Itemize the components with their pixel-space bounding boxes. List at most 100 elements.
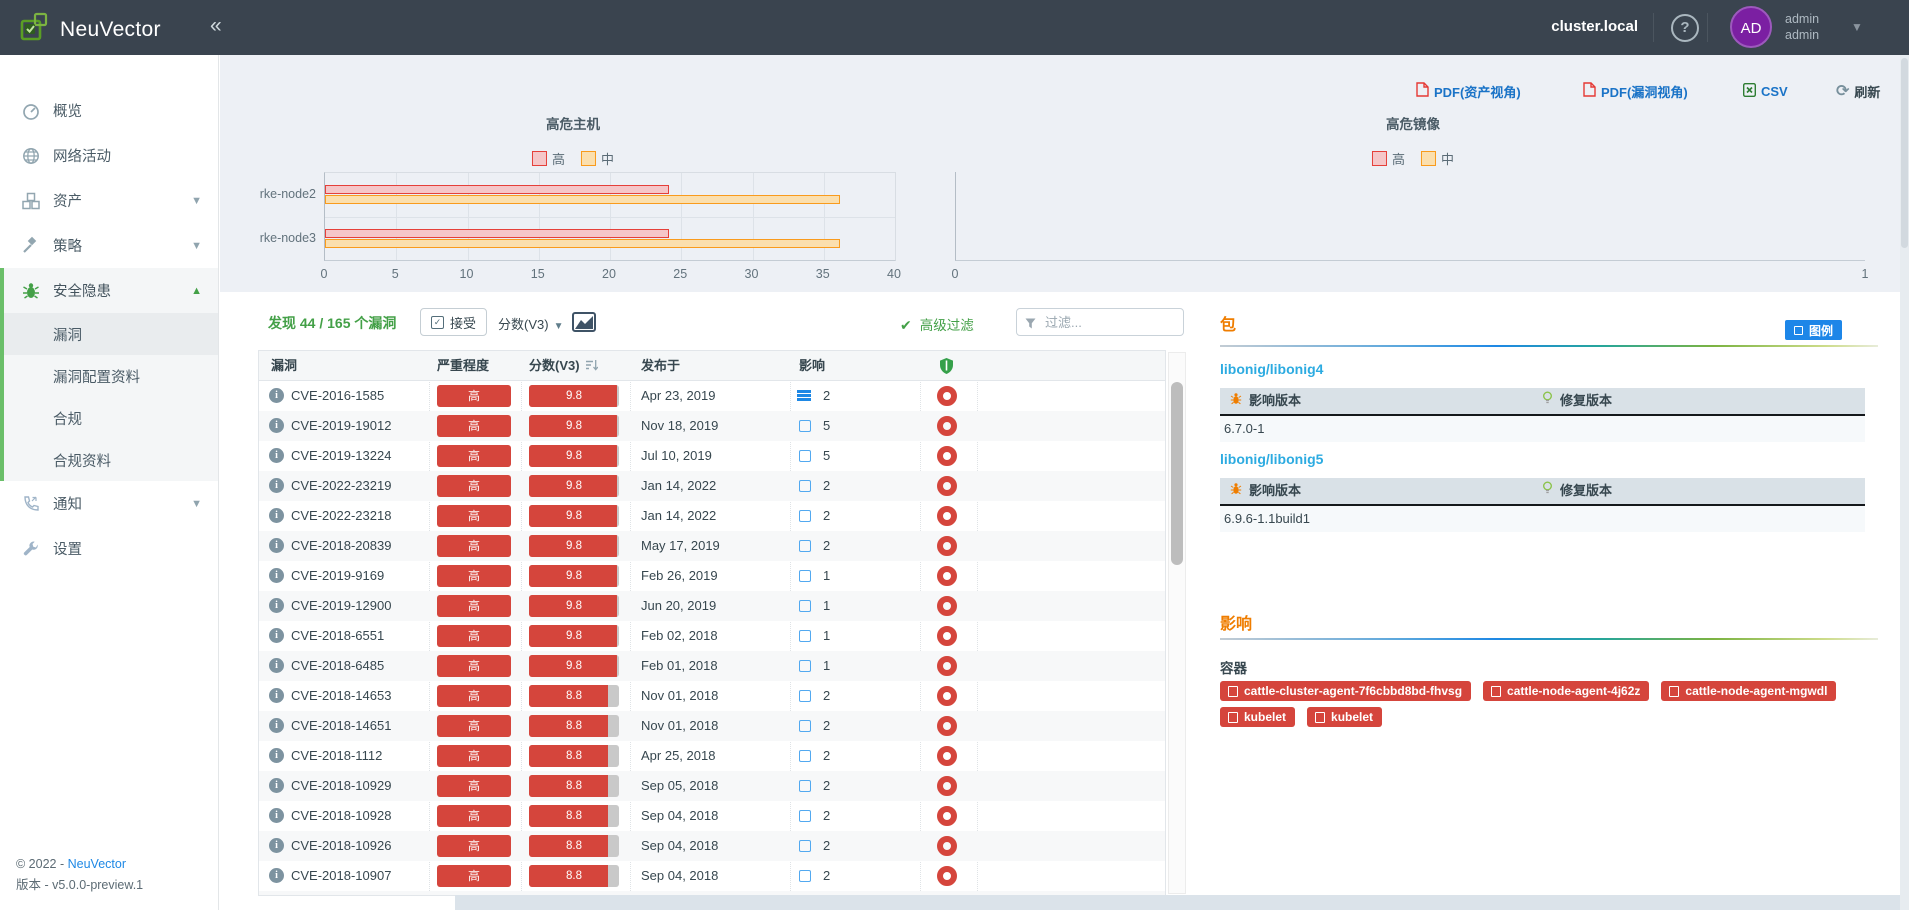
table-row[interactable]: i CVE-2019-9169 高 9.8 Feb 26, 2019 1 — [259, 561, 1165, 591]
container-tag[interactable]: kubelet — [1307, 707, 1383, 727]
help-icon[interactable]: ? — [1671, 14, 1699, 42]
page-scrollbar-thumb[interactable] — [1901, 58, 1908, 248]
sidebar-item-settings[interactable]: 设置 — [0, 526, 218, 571]
table-row[interactable]: i CVE-2022-23219 高 9.8 Jan 14, 2022 2 — [259, 471, 1165, 501]
container-tag[interactable]: cattle-cluster-agent-7f6cbbd8bd-fhvsg — [1220, 681, 1472, 701]
neuvector-footer-link[interactable]: NeuVector — [68, 857, 126, 871]
table-row[interactable]: i CVE-2019-12900 高 9.8 Jun 20, 2019 1 — [259, 591, 1165, 621]
sidebar-item-notifications[interactable]: 通知 ▼ — [0, 481, 218, 526]
info-icon[interactable]: i — [269, 868, 284, 883]
container-tag[interactable]: cattle-node-agent-mgwdl — [1661, 681, 1837, 701]
info-icon[interactable]: i — [269, 628, 284, 643]
column-header-score[interactable]: 分数(V3) — [529, 351, 599, 380]
info-icon[interactable]: i — [269, 688, 284, 703]
table-scrollbar — [1168, 352, 1186, 894]
export-csv-button[interactable]: CSV — [1742, 80, 1788, 102]
score-badge: 9.8 — [529, 415, 619, 437]
legend-item-medium[interactable]: 中 — [1421, 149, 1454, 168]
score-value: 9.8 — [566, 420, 582, 432]
accept-button[interactable]: ✓ 接受 — [420, 308, 488, 336]
sidebar-item-vulnerabilities[interactable]: 漏洞 — [4, 313, 218, 355]
score-badge: 9.8 — [529, 595, 619, 617]
vulnerability-name: CVE-2019-12900 — [291, 598, 392, 613]
images-bar-chart — [955, 172, 1865, 261]
filter-input[interactable] — [1016, 308, 1184, 336]
table-row[interactable]: i CVE-2018-6485 高 9.8 Feb 01, 2018 1 — [259, 651, 1165, 681]
refresh-button[interactable]: ⟳ 刷新 — [1836, 80, 1880, 102]
sidebar-item-security-risks[interactable]: 安全隐患 ▲ — [4, 268, 218, 313]
feed-severity-icon — [937, 536, 957, 556]
severity-badge: 高 — [437, 715, 511, 737]
info-icon[interactable]: i — [269, 658, 284, 673]
container-tag[interactable]: cattle-node-agent-4j62z — [1483, 681, 1650, 701]
info-icon[interactable]: i — [269, 508, 284, 523]
export-pdf-vuln-button[interactable]: PDF(漏洞视角) — [1583, 80, 1688, 102]
info-icon[interactable]: i — [269, 478, 284, 493]
table-row[interactable]: i CVE-2018-14653 高 8.8 Nov 01, 2018 2 — [259, 681, 1165, 711]
info-icon[interactable]: i — [269, 448, 284, 463]
score-value: 8.8 — [566, 780, 582, 792]
sidebar-item-compliance[interactable]: 合规 — [4, 397, 218, 439]
impact-count: 2 — [823, 538, 831, 553]
table-row[interactable]: i CVE-2018-10928 高 8.8 Sep 04, 2018 2 — [259, 801, 1165, 831]
table-row[interactable]: i CVE-2018-10907 高 8.8 Sep 04, 2018 2 — [259, 861, 1165, 891]
info-icon[interactable]: i — [269, 778, 284, 793]
sidebar-item-vulnerability-profile[interactable]: 漏洞配置资料 — [4, 355, 218, 397]
table-row[interactable]: i CVE-2018-14651 高 8.8 Nov 01, 2018 2 — [259, 711, 1165, 741]
table-row[interactable]: i CVE-2018-20839 高 9.8 May 17, 2019 2 — [259, 531, 1165, 561]
published-date: May 17, 2019 — [641, 538, 720, 553]
export-pdf-assets-button[interactable]: PDF(资产视角) — [1416, 80, 1521, 102]
sidebar-item-compliance-profile[interactable]: 合规资料 — [4, 439, 218, 481]
table-row[interactable]: i CVE-2018-10929 高 8.8 Sep 05, 2018 2 — [259, 771, 1165, 801]
score-value: 8.8 — [566, 870, 582, 882]
advanced-filter-toggle[interactable]: ✔ 高级过滤 — [900, 314, 974, 334]
table-row[interactable]: i CVE-2018-1112 高 8.8 Apr 25, 2018 2 — [259, 741, 1165, 771]
info-icon[interactable]: i — [269, 538, 284, 553]
legend-item-medium[interactable]: 中 — [581, 149, 614, 168]
table-row[interactable]: i CVE-2018-6551 高 9.8 Feb 02, 2018 1 — [259, 621, 1165, 651]
sidebar-item-overview[interactable]: 概览 — [0, 88, 218, 133]
info-icon[interactable]: i — [269, 718, 284, 733]
info-icon[interactable]: i — [269, 748, 284, 763]
table-row[interactable]: i CVE-2022-23218 高 9.8 Jan 14, 2022 2 — [259, 501, 1165, 531]
hosts-bar-chart — [324, 172, 896, 261]
chart-title-hosts: 高危主机 — [546, 117, 600, 132]
package-name-link[interactable]: libonig/libonig5 — [1220, 451, 1323, 467]
user-menu[interactable]: admin admin — [1785, 11, 1819, 43]
vulnerability-name: CVE-2022-23219 — [291, 478, 392, 493]
sidebar-collapse-button[interactable]: « — [210, 14, 222, 38]
info-icon[interactable]: i — [269, 568, 284, 583]
table-row[interactable]: i CVE-2018-10926 高 8.8 Sep 04, 2018 2 — [259, 831, 1165, 861]
container-tag-label: kubelet — [1244, 710, 1287, 724]
sidebar-item-assets[interactable]: 资产 ▼ — [0, 178, 218, 223]
avatar[interactable]: AD — [1730, 6, 1772, 48]
chart-view-button[interactable] — [572, 312, 596, 335]
severity-badge: 高 — [437, 535, 511, 557]
table-row[interactable]: i CVE-2019-19012 高 9.8 Nov 18, 2019 5 — [259, 411, 1165, 441]
horizontal-scrollbar[interactable] — [455, 895, 1909, 910]
table-row[interactable]: i CVE-2019-13224 高 9.8 Jul 10, 2019 5 — [259, 441, 1165, 471]
legend-item-high[interactable]: 高 — [1371, 149, 1405, 168]
legend-button[interactable]: 图例 — [1785, 320, 1843, 340]
table-row[interactable]: i CVE-2016-1585 高 9.8 Apr 23, 2019 2 — [259, 381, 1165, 411]
sidebar-item-network-activity[interactable]: 网络活动 — [0, 133, 218, 178]
container-tag[interactable]: kubelet — [1220, 707, 1296, 727]
package-name-link[interactable]: libonig/libonig4 — [1220, 361, 1323, 377]
info-icon[interactable]: i — [269, 838, 284, 853]
sidebar-item-policy[interactable]: 策略 ▼ — [0, 223, 218, 268]
feed-severity-icon — [937, 716, 957, 736]
axis-tick: 40 — [887, 267, 901, 281]
column-header-severity: 严重程度 — [437, 358, 490, 373]
table-scrollbar-thumb[interactable] — [1171, 382, 1183, 565]
info-icon[interactable]: i — [269, 388, 284, 403]
topbar-divider — [1653, 13, 1654, 42]
score-badge: 9.8 — [529, 625, 619, 647]
info-icon[interactable]: i — [269, 598, 284, 613]
fixed-version-label: 修复版本 — [1560, 393, 1613, 408]
score-version-dropdown[interactable]: 分数(V3) ▼ — [498, 314, 563, 333]
info-icon[interactable]: i — [269, 418, 284, 433]
score-badge: 8.8 — [529, 805, 619, 827]
legend-item-high[interactable]: 高 — [531, 149, 565, 168]
info-icon[interactable]: i — [269, 808, 284, 823]
user-caret-down-icon[interactable]: ▼ — [1851, 20, 1863, 34]
